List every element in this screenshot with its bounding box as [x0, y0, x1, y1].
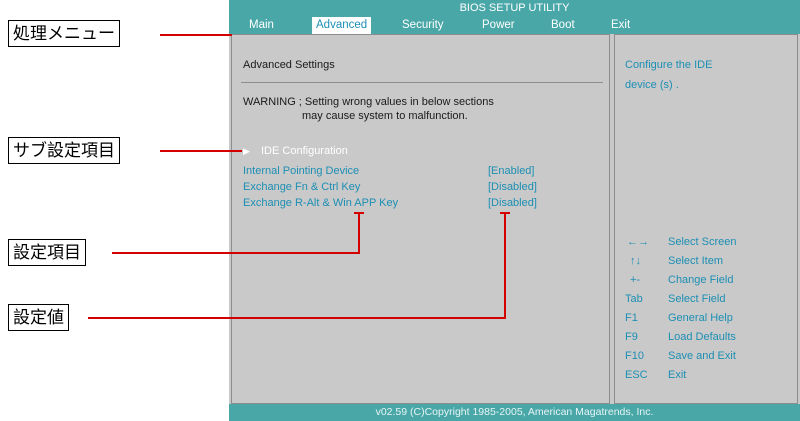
leader-value-vertical	[504, 213, 506, 319]
key-help-save-exit: Save and Exit	[668, 350, 736, 362]
menu-power[interactable]: Power	[482, 17, 515, 34]
key-help-exit: Exit	[668, 369, 687, 381]
menu-security[interactable]: Security	[402, 17, 444, 34]
key-help-change-field: Change Field	[668, 274, 734, 286]
key-help-select-field: Select Field	[668, 293, 726, 305]
leader-item-top	[354, 212, 364, 214]
menu-main[interactable]: Main	[249, 17, 274, 34]
callout-setting-item: 設定項目	[8, 239, 86, 266]
warning-line-2: may cause system to malfunction.	[302, 110, 468, 122]
item-label-exchange-ralt-win[interactable]: Exchange R-Alt & Win APP Key	[243, 197, 398, 209]
arrow-up-down-icon: ↑↓	[630, 255, 641, 267]
key-tab: Tab	[625, 293, 643, 305]
leader-menu	[160, 34, 232, 36]
settings-panel: Advanced Settings WARNING ; Setting wron…	[231, 34, 610, 404]
leader-value-horizontal	[88, 317, 506, 319]
help-panel: Configure the IDE device (s) . ←→ Select…	[614, 34, 798, 404]
menu-exit[interactable]: Exit	[611, 17, 630, 34]
key-f1: F1	[625, 312, 638, 324]
bios-screen: BIOS SETUP UTILITY Main Advanced Securit…	[229, 0, 800, 421]
item-label-internal-pointing[interactable]: Internal Pointing Device	[243, 165, 359, 177]
item-label-exchange-fn-ctrl[interactable]: Exchange Fn & Ctrl Key	[243, 181, 360, 193]
item-value-internal-pointing[interactable]: [Enabled]	[488, 165, 534, 177]
key-f9: F9	[625, 331, 638, 343]
key-f10: F10	[625, 350, 644, 362]
bios-menu-bar: Main Advanced Security Power Boot Exit	[229, 17, 800, 34]
submenu-ide-configuration[interactable]: IDE Configuration	[261, 145, 348, 157]
key-help-general-help: General Help	[668, 312, 733, 324]
item-value-exchange-fn-ctrl[interactable]: [Disabled]	[488, 181, 537, 193]
key-help-select-item: Select Item	[668, 255, 724, 267]
help-line-2: device (s) .	[625, 79, 679, 91]
key-plus-minus: +-	[630, 274, 641, 286]
leader-item-horizontal	[112, 252, 360, 254]
callout-setting-value: 設定値	[8, 304, 69, 331]
warning-line-1: WARNING ; Setting wrong values in below …	[243, 96, 494, 108]
leader-submenu	[160, 150, 242, 152]
key-help-load-defaults: Load Defaults	[668, 331, 736, 343]
submenu-arrow-icon: ▶	[243, 146, 250, 156]
menu-advanced[interactable]: Advanced	[312, 17, 372, 34]
callout-processing-menu: 処理メニュー	[8, 20, 120, 47]
leader-item-vertical	[358, 213, 360, 254]
item-value-exchange-ralt-win[interactable]: [Disabled]	[488, 197, 537, 209]
key-help-select-screen: Select Screen	[668, 236, 737, 248]
key-esc: ESC	[625, 369, 648, 381]
help-line-1: Configure the IDE	[625, 59, 713, 71]
section-divider	[241, 82, 603, 83]
section-title: Advanced Settings	[243, 59, 335, 71]
bios-footer-copyright: v02.59 (C)Copyright 1985-2005, American …	[229, 404, 800, 421]
bios-title: BIOS SETUP UTILITY	[229, 0, 800, 17]
arrow-left-right-icon: ←→	[627, 236, 649, 248]
callout-sub-settings: サブ設定項目	[8, 137, 120, 164]
menu-boot[interactable]: Boot	[551, 17, 575, 34]
leader-value-top	[500, 212, 510, 214]
